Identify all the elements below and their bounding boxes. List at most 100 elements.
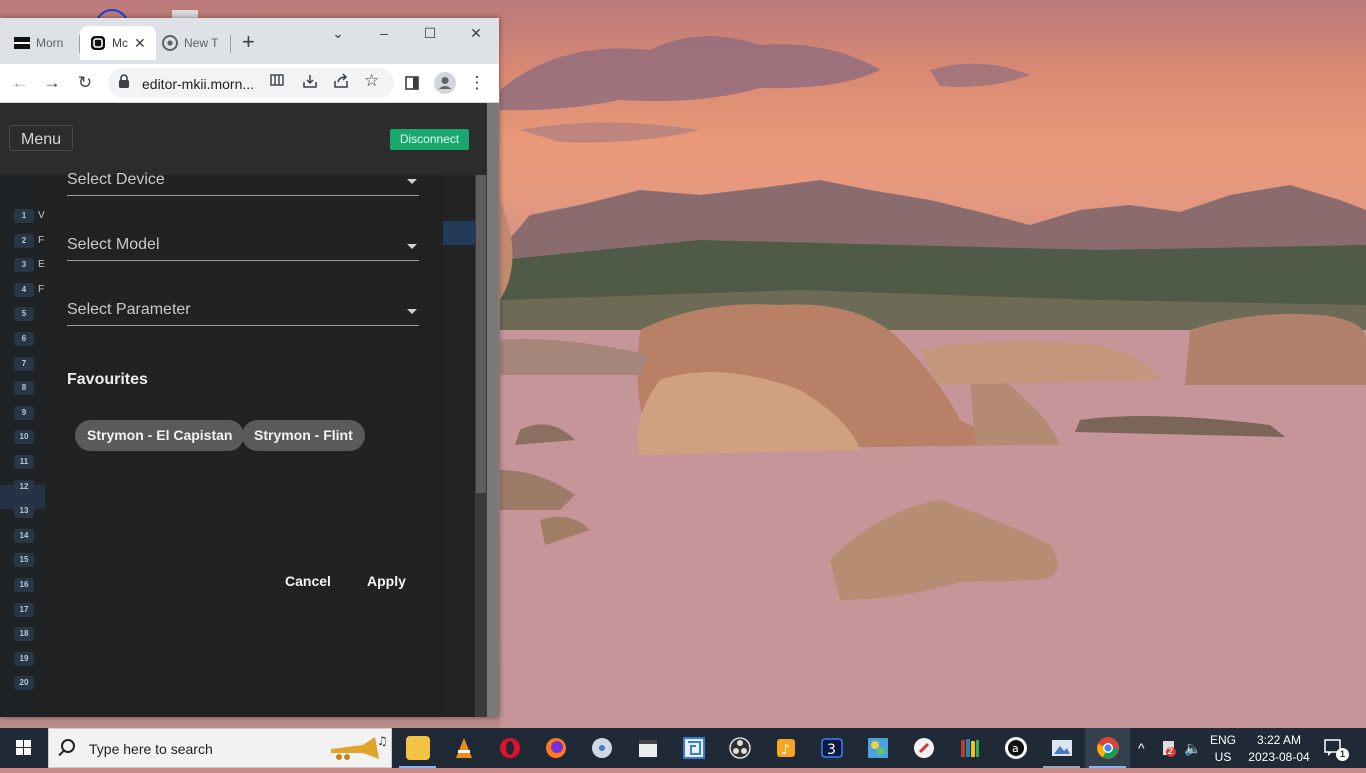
start-button[interactable] [0,728,48,768]
select-model-label: Select Model [67,236,160,253]
row-number-7[interactable]: 7 [14,356,34,371]
bookmark-star-icon[interactable]: ☆ [364,71,379,91]
taskbar-search-box[interactable]: Type here to search ♫ [48,728,392,768]
select-device-dropdown[interactable]: Select Device [67,169,419,196]
opera-taskbar-icon[interactable] [487,728,532,768]
row-number-12[interactable]: 12 [14,479,34,494]
tab-strip: Morn Mc ✕ New T + ⌄ – ☐ ✕ [0,18,499,64]
tab-search-chevron-icon[interactable]: ⌄ [316,20,360,46]
search-icon [61,739,75,753]
file-explorer-taskbar-icon[interactable] [395,728,440,768]
midi-keyboard-icon[interactable] [270,73,284,90]
show-hidden-icons-chevron[interactable]: ^ [1138,728,1156,768]
forward-arrow-icon[interactable]: → [40,71,64,95]
maximize-icon[interactable]: ☐ [408,20,452,46]
new-tab-plus-icon[interactable]: + [242,28,255,56]
tab-new-tab[interactable]: New T [162,26,232,60]
row-name-letter[interactable]: V [38,210,45,221]
language-indicator[interactable]: ENG US [1206,728,1240,768]
row-number-16[interactable]: 16 [14,578,34,592]
select-parameter-dropdown[interactable]: Select Parameter [67,299,419,326]
search-highlight-trumpet-icon: ♫ [331,734,388,760]
parameter-selection-dialog: Select Device Select Model Select Parame… [45,171,443,717]
photo-viewer-taskbar-icon[interactable] [1039,728,1084,768]
music-app-taskbar-icon[interactable]: ♪ [763,728,808,768]
browser-toolbar: ← → ↻ editor-mkii.morn... ☆ ⋮ [0,64,499,103]
row-number-2[interactable]: 2 [14,233,34,248]
svg-text:3: 3 [827,742,836,758]
row-number-9[interactable]: 9 [14,405,34,420]
row-value-highlight [443,221,475,245]
side-panel-icon[interactable] [400,71,424,95]
maze-app-taskbar-icon[interactable] [671,728,716,768]
row-number-11[interactable]: 11 [14,455,34,469]
network-alert-icon[interactable]: 2 [1160,728,1180,768]
firefox-taskbar-icon[interactable] [533,728,578,768]
disconnect-button[interactable]: Disconnect [390,129,469,150]
row-number-6[interactable]: 6 [14,332,34,346]
back-arrow-icon[interactable]: ← [8,71,32,95]
row-number-3[interactable]: 3 [14,258,34,273]
select-model-dropdown[interactable]: Select Model [67,234,419,261]
menu-button[interactable]: Menu [9,125,73,151]
tab-active[interactable]: Mc ✕ [80,26,156,60]
share-icon[interactable] [333,73,349,92]
url-text[interactable]: editor-mkii.morn... [142,76,254,92]
lock-icon[interactable] [118,74,130,91]
app-3-taskbar-icon[interactable]: 3 [809,728,854,768]
app-a-taskbar-icon[interactable]: a [993,728,1038,768]
svg-text:♪: ♪ [781,742,790,758]
close-tab-icon[interactable]: ✕ [134,35,146,52]
install-app-icon[interactable] [302,73,318,92]
tray-badge-count: 2 [1168,746,1174,756]
address-bar[interactable]: editor-mkii.morn... ☆ [108,68,394,98]
cancel-button[interactable]: Cancel [285,573,331,589]
reload-icon[interactable]: ↻ [73,71,97,95]
close-window-icon[interactable]: ✕ [454,20,498,46]
scrollbar-thumb[interactable] [476,175,486,493]
minimize-icon[interactable]: – [362,20,406,46]
dropdown-arrow-icon [407,179,417,184]
clock[interactable]: 3:22 AM 2023-08-04 [1244,728,1314,768]
apply-button[interactable]: Apply [367,573,406,589]
vlc-taskbar-icon[interactable] [441,728,486,768]
notification-center-icon[interactable]: 1 [1322,728,1352,768]
chrome-taskbar-icon[interactable] [1085,728,1130,768]
video-editor-taskbar-icon[interactable] [625,728,670,768]
row-number-10[interactable]: 10 [14,430,34,445]
row-number-19[interactable]: 19 [14,651,34,666]
windows-taskbar: Type here to search ♫ ♪ 3 a ^ 2 🔈 ENG US… [0,728,1366,768]
tab-title: New T [184,36,218,50]
compass-app-taskbar-icon[interactable] [901,728,946,768]
row-number-17[interactable]: 17 [14,602,34,617]
clock-time: 3:22 AM [1256,733,1302,747]
disc-app-taskbar-icon[interactable] [579,728,624,768]
row-number-20[interactable]: 20 [14,676,34,691]
paint-app-taskbar-icon[interactable] [855,728,900,768]
row-number-5[interactable]: 5 [14,307,34,322]
favourite-chip-flint[interactable]: Strymon - Flint [242,420,365,451]
favourite-chip-el-capistan[interactable]: Strymon - El Capistan [75,420,245,451]
notification-count-badge: 1 [1336,748,1349,761]
row-number-15[interactable]: 15 [14,553,34,568]
library-app-taskbar-icon[interactable] [947,728,992,768]
row-name-letter[interactable]: F [38,284,44,295]
row-number-8[interactable]: 8 [14,381,34,396]
morningstar-favicon [14,35,30,51]
row-number-1[interactable]: 1 [14,209,34,223]
window-edge-gutter [487,103,499,717]
browser-menu-kebab-icon[interactable]: ⋮ [465,71,489,95]
tab-title: Morn [36,36,64,50]
volume-icon[interactable]: 🔈 [1184,728,1206,768]
row-number-18[interactable]: 18 [14,627,34,642]
app-header: Menu Disconnect [0,103,487,175]
profile-avatar-icon[interactable] [433,71,457,95]
obs-taskbar-icon[interactable] [717,728,762,768]
row-name-letter[interactable]: F [38,235,44,246]
row-number-13[interactable]: 13 [14,504,34,519]
row-number-4[interactable]: 4 [14,282,34,297]
row-name-letter[interactable]: E [38,259,45,270]
row-number-14[interactable]: 14 [14,528,34,543]
svg-text:♫: ♫ [377,734,388,748]
tab-morningstar[interactable]: Morn [14,26,78,60]
